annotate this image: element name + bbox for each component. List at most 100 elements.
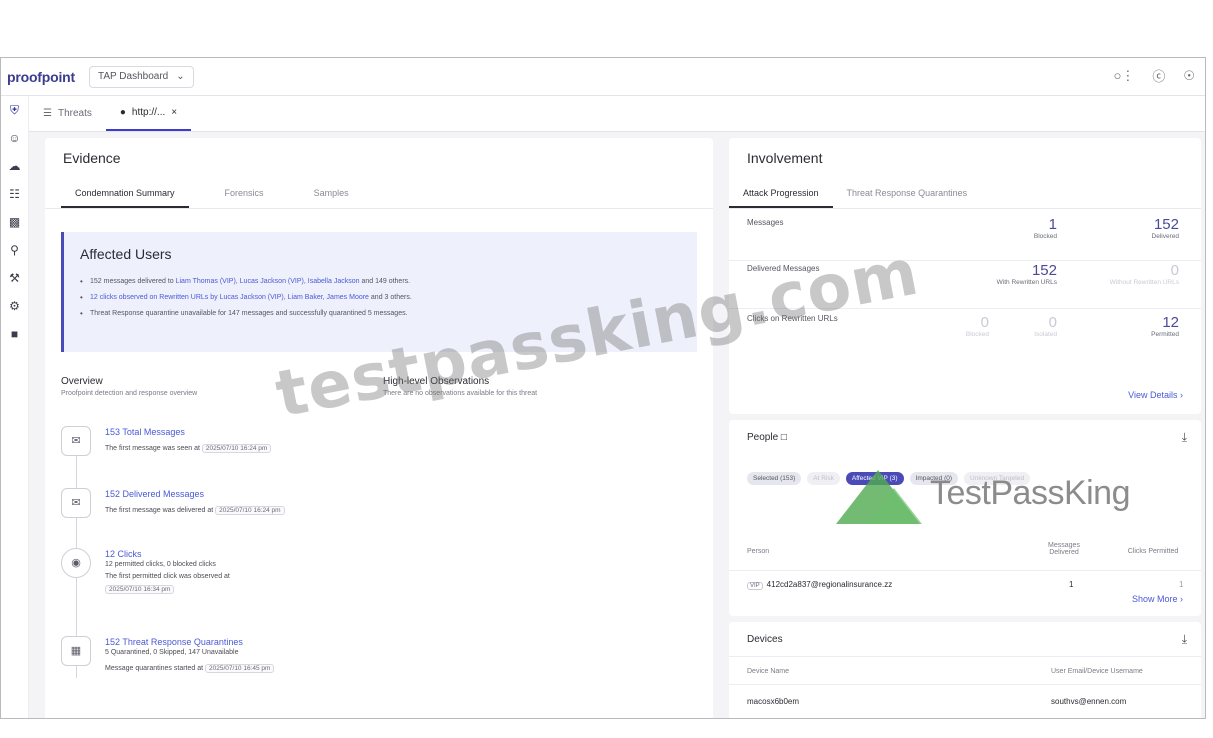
account-icon[interactable]: ☉ — [1183, 68, 1195, 84]
metric-caption: With Rewritten URLs — [996, 279, 1057, 286]
evidence-panel: Evidence Condemnation Summary Forensics … — [45, 138, 713, 718]
tab-threat-response-quarantines[interactable]: Threat Response Quarantines — [833, 182, 982, 208]
people-icon[interactable]: ☺ — [1, 124, 28, 152]
tab-forensics[interactable]: Forensics — [211, 182, 278, 208]
tab-threat-url[interactable]: ● http://... × — [105, 95, 192, 131]
chevron-down-icon: ⌄ — [176, 71, 185, 82]
left-nav-rail: ⛨ ☺ ☁ ☷ ▩ ⚲ ⚒ ⚙ ■ — [1, 96, 29, 718]
metric-value[interactable]: 152 With Rewritten URLs — [967, 262, 1057, 286]
metric-value[interactable]: 152 Delivered — [1089, 216, 1179, 240]
devices-panel: Devices ⤓ Device Name User Email/Device … — [729, 622, 1201, 718]
quarantine-icon: ▦ — [61, 636, 91, 666]
filter-chip[interactable]: At Risk — [807, 472, 840, 485]
divider — [45, 208, 713, 209]
tab-condemnation-summary[interactable]: Condemnation Summary — [61, 182, 189, 208]
metric-number: 12 — [1162, 314, 1179, 331]
tab-row: ☰ Threats ● http://... × — [29, 96, 1205, 132]
show-more-link[interactable]: Show More › — [1132, 594, 1183, 604]
envelope-icon: ✉ — [61, 426, 91, 456]
timeline-title[interactable]: 152 Delivered Messages — [105, 489, 204, 499]
user-badge-icon[interactable]: ○⋮ — [1113, 68, 1134, 84]
dashboard-select-label: TAP Dashboard — [97, 71, 169, 82]
document-icon[interactable]: ☷ — [1, 180, 28, 208]
chevron-right-icon: › — [1180, 594, 1183, 604]
timeline-title[interactable]: 153 Total Messages — [105, 427, 185, 437]
column-header: User Email/Device Username — [1051, 668, 1143, 675]
cloud-icon[interactable]: ☁ — [1, 152, 28, 180]
timestamp-chip: 2025/07/10 16:24 pm — [201, 444, 272, 453]
people-title-text: People — [747, 432, 779, 443]
user-links[interactable]: Lucas Jackson (VIP), Liam Baker, James M… — [220, 294, 369, 301]
download-icon[interactable]: ⤓ — [1182, 632, 1187, 647]
tab-attack-progression[interactable]: Attack Progression — [729, 182, 833, 208]
table-row[interactable]: VIP 412cd2a837@regionalinsurance.zz — [747, 580, 892, 590]
timestamp-chip: 2025/07/10 16:45 pm — [205, 664, 275, 673]
timestamp-chip: 2025/07/10 16:24 pm — [215, 506, 285, 515]
involvement-title: Involvement — [747, 150, 823, 166]
device-name[interactable]: macosx6b0em — [747, 697, 799, 706]
overview-title: Overview — [61, 376, 103, 387]
metric-caption: Blocked — [1033, 233, 1057, 240]
chart-icon[interactable]: ▩ — [1, 208, 28, 236]
chevron-right-icon: › — [1180, 390, 1183, 400]
overview-subtitle: Proofpoint detection and response overvi… — [61, 390, 198, 397]
clicks-count: 1 — [1179, 580, 1184, 589]
tab-threats[interactable]: ☰ Threats — [29, 95, 106, 131]
metric-number: 0 — [1170, 262, 1179, 279]
show-more-label: Show More — [1131, 594, 1178, 604]
metric-value[interactable]: 12 Permitted — [1089, 314, 1179, 338]
view-details-link[interactable]: View Details › — [1128, 390, 1183, 400]
dashboard-select[interactable]: TAP Dashboard ⌄ — [88, 65, 194, 88]
column-header: Person — [747, 548, 770, 555]
evidence-subtabs: Condemnation Summary Forensics Samples — [61, 182, 363, 208]
help-icon[interactable]: ⓒ — [1152, 66, 1165, 85]
timeline-text: Message quarantines started at 2025/07/1… — [105, 664, 275, 673]
metric-caption: Isolated — [1034, 331, 1057, 338]
settings-icon[interactable]: ⚙ — [1, 292, 28, 320]
shield-icon[interactable]: ⛨ — [1, 96, 28, 124]
metric-value[interactable]: 0 Without Rewritten URLs — [1089, 262, 1179, 286]
timeline-text: The first message was seen at 2025/07/10… — [105, 444, 272, 453]
wrench-icon[interactable]: ⚒ — [1, 264, 28, 292]
timeline-text-line: 5 Quarantined, 0 Skipped, 147 Unavailabl… — [105, 649, 239, 656]
timeline-title[interactable]: 152 Threat Response Quarantines — [105, 637, 243, 647]
bullet-text: and 3 others. — [368, 294, 412, 301]
metric-number: 1 — [1048, 216, 1057, 233]
timeline-text-line: 12 permitted clicks, 0 blocked clicks — [105, 561, 216, 568]
book-icon[interactable]: ■ — [1, 320, 28, 348]
tab-samples[interactable]: Samples — [300, 182, 363, 208]
download-icon[interactable]: ⤓ — [1182, 430, 1187, 445]
envelope-open-icon: ✉ — [61, 488, 91, 518]
metric-value[interactable]: 0 Isolated — [967, 314, 1057, 338]
person-email: 412cd2a837@regionalinsurance.zz — [766, 580, 893, 589]
search-icon[interactable]: ⚲ — [1, 236, 28, 264]
tab-threats-label: Threats — [57, 107, 92, 119]
user-links[interactable]: Liam Thomas (VIP), Lucas Jackson (VIP), … — [176, 278, 360, 285]
column-header: Device Name — [747, 668, 790, 675]
affected-bullet: 152 messages delivered to Liam Thomas (V… — [80, 277, 681, 286]
vip-badge: VIP — [747, 582, 763, 590]
proofpoint-logo[interactable]: proofpoint — [7, 69, 75, 85]
timeline-title[interactable]: 12 Clicks — [105, 549, 142, 559]
affected-users-title: Affected Users — [80, 246, 172, 262]
view-details-label: View Details — [1128, 390, 1178, 400]
timeline-text-line: The first permitted click was observed a… — [105, 573, 230, 580]
delivered-count: 1 — [1069, 580, 1074, 589]
bullet-text: Threat Response quarantine unavailable f… — [90, 310, 408, 317]
evidence-title: Evidence — [63, 150, 121, 166]
column-header: Messages Delivered — [1048, 542, 1080, 556]
divider — [729, 570, 1201, 571]
list-icon: ☰ — [43, 107, 52, 119]
clicks-link[interactable]: 12 clicks observed on Rewritten URLs by — [90, 294, 220, 301]
top-icons: ○⋮ ⓒ ☉ — [1113, 66, 1195, 85]
people-title: People □ — [747, 432, 787, 443]
close-icon[interactable]: × — [171, 107, 177, 118]
metric-number: 152 — [1031, 262, 1057, 279]
metric-value[interactable]: 1 Blocked — [967, 216, 1057, 240]
bullet-text: and 149 others. — [359, 278, 411, 285]
filter-chip[interactable]: Selected (153) — [747, 472, 802, 485]
divider — [729, 684, 1201, 685]
click-icon: ◉ — [61, 548, 91, 578]
metric-caption: Permitted — [1151, 331, 1179, 338]
bullet-text: 152 messages delivered to — [90, 278, 176, 285]
